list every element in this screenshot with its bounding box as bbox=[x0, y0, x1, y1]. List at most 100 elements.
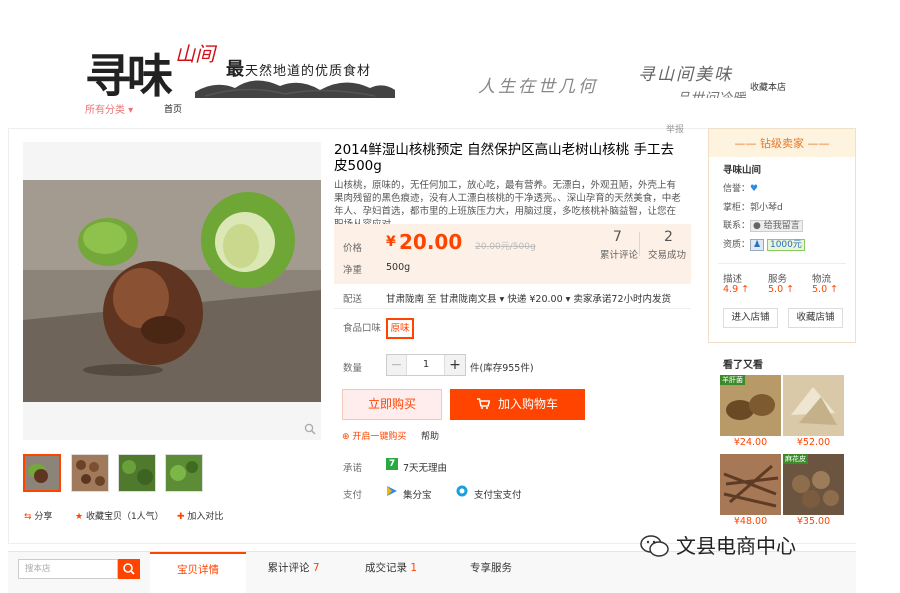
add-to-cart-label: 加入购物车 bbox=[497, 397, 558, 411]
promise-value[interactable]: 7天无理由 bbox=[403, 460, 447, 474]
quantity-increase-button[interactable]: + bbox=[444, 355, 465, 375]
one-click-buy-link[interactable]: ⊕ 开启一键购买 bbox=[342, 429, 406, 442]
rating-service-value: 5.0 ↑ bbox=[768, 284, 795, 295]
tab-reviews[interactable]: 累计评论 7 bbox=[246, 552, 341, 593]
seller-credit: 信誉：♥ bbox=[723, 181, 758, 194]
divider bbox=[334, 308, 691, 309]
weight-label: 净重 bbox=[343, 265, 363, 276]
zoom-icon[interactable] bbox=[304, 423, 316, 435]
reviews-label[interactable]: 累计评论 bbox=[600, 247, 638, 261]
thumbnail-4[interactable] bbox=[165, 454, 203, 492]
rating-desc-label: 描述 bbox=[723, 274, 743, 285]
report-link[interactable]: 举报 bbox=[666, 122, 684, 135]
wechat-icon bbox=[640, 535, 669, 557]
reviews-count[interactable]: 7 bbox=[613, 229, 622, 245]
payment-alipay[interactable]: 支付宝支付 bbox=[474, 487, 522, 501]
add-to-cart-button[interactable]: 加入购物车 bbox=[450, 389, 585, 420]
recommended-item-price: ¥52.00 bbox=[796, 437, 831, 448]
tab-records-count: 1 bbox=[410, 562, 418, 574]
buy-now-button[interactable]: 立即购买 bbox=[342, 389, 442, 420]
chat-icon: ● bbox=[753, 221, 764, 231]
seller-level-text: 钻级卖家 bbox=[760, 137, 804, 150]
cart-icon bbox=[476, 398, 491, 409]
share-icon: ⇆ bbox=[24, 512, 35, 522]
quantity-input[interactable]: 1 bbox=[412, 359, 440, 370]
tab-product-details[interactable]: 宝贝详情 bbox=[150, 552, 246, 593]
compare-button[interactable]: ✚ 加入对比 bbox=[177, 509, 223, 522]
compare-label: 加入对比 bbox=[187, 512, 224, 522]
shop-search-input[interactable]: 搜本店 bbox=[18, 559, 118, 579]
deposit-badge[interactable]: 1000元 bbox=[766, 239, 805, 251]
thumbnail-1[interactable] bbox=[23, 454, 61, 492]
quantity-label: 数量 bbox=[343, 363, 363, 374]
heart-icon: ♥ bbox=[750, 184, 759, 194]
deposit-label: 资质： bbox=[723, 240, 751, 250]
weight-value: 500g bbox=[386, 262, 411, 273]
shipping-selector[interactable]: 甘肃陇南 至 甘肃陇南文县 ▾ 快递 ¥20.00 ▾ 卖家承诺72小时内发货 bbox=[386, 291, 671, 305]
person-icon: ♟ bbox=[750, 239, 765, 251]
thumbnail-3[interactable] bbox=[118, 454, 156, 492]
recommended-item[interactable] bbox=[720, 454, 781, 515]
price-currency: ¥ bbox=[386, 234, 396, 250]
contact-label: 联系： bbox=[723, 221, 751, 231]
favorite-shop-link[interactable]: 收藏本店 bbox=[750, 80, 786, 93]
collect-button[interactable]: ★ 收藏宝贝（1人气） bbox=[75, 509, 164, 522]
promise-label: 承诺 bbox=[343, 463, 363, 474]
banner-calligraphy-3: 品世间冷暖 bbox=[676, 88, 746, 98]
recommended-item[interactable] bbox=[783, 375, 844, 436]
flavor-option-original[interactable]: 原味 bbox=[386, 318, 414, 339]
jifenbao-icon bbox=[387, 486, 397, 496]
nav-home[interactable]: 首页 bbox=[164, 102, 182, 115]
shop-keeper[interactable]: 掌柜：郭小琴d bbox=[723, 200, 783, 213]
enter-shop-button[interactable]: 进入店铺 bbox=[723, 308, 778, 328]
banner-calligraphy-1: 人生在世几何 bbox=[478, 77, 598, 97]
quantity-decrease-button[interactable]: − bbox=[387, 355, 407, 375]
main-product-image[interactable] bbox=[23, 180, 321, 402]
ink-mountains-decoration bbox=[195, 80, 395, 98]
seller-level: —— 钻级卖家 —— bbox=[734, 137, 830, 150]
help-link[interactable]: 帮助 bbox=[421, 429, 439, 442]
shipping-label: 配送 bbox=[343, 294, 363, 305]
recommended-item-tag: 羊肝菌 bbox=[720, 375, 745, 385]
recommended-item-price: ¥24.00 bbox=[733, 437, 768, 448]
rating-service-label: 服务 bbox=[768, 274, 788, 285]
shop-name[interactable]: 寻味山间 bbox=[723, 162, 761, 176]
tab-reviews-count: 7 bbox=[312, 562, 320, 574]
sales-label[interactable]: 交易成功 bbox=[648, 247, 686, 261]
tab-records-label: 成交记录 bbox=[364, 562, 407, 574]
tab-transaction-records[interactable]: 成交记录 1 bbox=[341, 552, 441, 593]
flavor-label: 食品口味 bbox=[343, 323, 382, 334]
recommended-item-price: ¥35.00 bbox=[796, 516, 831, 527]
stat-divider bbox=[639, 232, 640, 256]
shop-logo-accent: 山间 bbox=[175, 42, 215, 66]
tab-exclusive-service[interactable]: 专享服务 bbox=[441, 552, 541, 593]
search-icon bbox=[123, 563, 135, 575]
plus-icon: ✚ bbox=[177, 512, 188, 522]
one-click-buy-label: 开启一键购买 bbox=[352, 432, 407, 442]
recommended-item[interactable]: 羊肝菌 bbox=[720, 375, 781, 436]
payment-jifenbao[interactable]: 集分宝 bbox=[403, 487, 432, 501]
leave-message-button[interactable]: ● 给我留言 bbox=[750, 220, 803, 232]
credit-label: 信誉： bbox=[723, 184, 751, 194]
seller-deposit: 资质： ♟ 1000元 bbox=[723, 237, 805, 251]
watermark-text: 文县电商中心 bbox=[676, 534, 796, 558]
price-label: 价格 bbox=[343, 243, 363, 254]
recommended-item[interactable]: 麻花皮 bbox=[783, 454, 844, 515]
unit-price: 20.00元/500g bbox=[475, 242, 536, 252]
nav-all-categories[interactable]: 所有分类 ▾ bbox=[85, 101, 133, 116]
recommended-item-tag: 麻花皮 bbox=[783, 454, 808, 464]
favorite-shop-button[interactable]: 收藏店铺 bbox=[788, 308, 843, 328]
also-viewed-title: 看了又看 bbox=[723, 360, 763, 371]
shop-logo[interactable]: 寻味 bbox=[85, 40, 173, 106]
sales-count[interactable]: 2 bbox=[664, 229, 673, 245]
rating-logistics-value: 5.0 ↑ bbox=[812, 284, 839, 295]
seven-day-return-icon: 7 bbox=[386, 458, 398, 470]
banner-calligraphy-2: 寻山间美味 bbox=[638, 65, 733, 85]
product-title: 2014鲜湿山核桃预定 自然保护区高山老树山核桃 手工去皮500g bbox=[334, 142, 674, 174]
share-button[interactable]: ⇆ 分享 bbox=[24, 509, 52, 522]
collect-label: 收藏宝贝（1人气） bbox=[85, 512, 164, 522]
thumbnail-2[interactable] bbox=[71, 454, 109, 492]
star-icon: ★ bbox=[75, 512, 86, 522]
shop-search-button[interactable] bbox=[118, 559, 140, 579]
alipay-icon bbox=[456, 485, 468, 497]
